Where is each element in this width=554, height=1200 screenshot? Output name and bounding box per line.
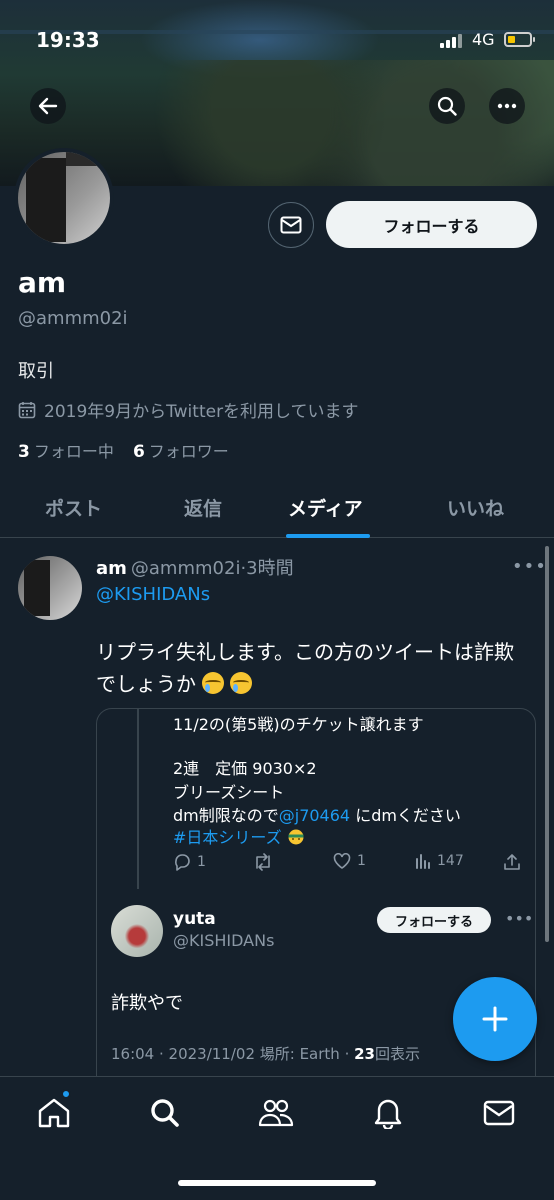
reply-view-label: 回表示 [374, 1045, 420, 1063]
reply-follow-button[interactable]: フォローする [377, 907, 491, 933]
tab-posts[interactable]: ポスト [45, 494, 102, 521]
profile-tabs: ポスト 返信 メディア いいね [0, 478, 554, 538]
quote-line2: 2連 定価 9030×2 [173, 759, 317, 778]
thread-line [137, 709, 139, 889]
profile-handle: @ammm02i [18, 308, 128, 329]
status-bar: 19:33 4G [0, 28, 554, 56]
reply-meta: 16:04 · 2023/11/02 場所: Earth · 23回表示 [111, 1043, 420, 1064]
followers-label: フォロワー [148, 442, 229, 461]
retweet-action[interactable] [253, 853, 273, 871]
quote-hashtag-line: #日本シリーズ [173, 824, 305, 848]
reply-icon [175, 854, 190, 871]
home-notification-dot [61, 1089, 71, 1099]
followers-count: 6 [132, 442, 145, 462]
network-label: 4G [472, 30, 495, 49]
plus-icon [482, 1006, 508, 1032]
home-indicator[interactable] [178, 1180, 376, 1186]
explore-icon [151, 1099, 179, 1127]
post-author-handle[interactable]: @ammm02i [131, 558, 241, 579]
post-text-line2: でしょうか [96, 672, 196, 696]
mail-icon [280, 216, 302, 234]
post-more-icon[interactable]: ••• [512, 556, 547, 577]
follow-button[interactable]: フォローする [326, 201, 537, 248]
following-label: フォロー中 [33, 442, 114, 461]
profile-name: am [18, 266, 67, 299]
more-button[interactable] [489, 88, 525, 124]
retweet-icon [256, 853, 270, 871]
quote-line1: 11/2の(第5戦)のチケット譲れます [173, 715, 424, 734]
quote-hashtag[interactable]: #日本シリーズ [173, 828, 282, 847]
reply-avatar[interactable] [111, 905, 163, 957]
search-button[interactable] [429, 88, 465, 124]
tab-likes[interactable]: いいね [447, 494, 504, 521]
post-avatar[interactable] [18, 556, 82, 620]
tab-active-indicator [286, 534, 370, 538]
quote-actions: 1 1 147 [173, 853, 523, 877]
reply-more-icon[interactable]: ••• [505, 909, 533, 928]
nav-explore[interactable] [145, 1093, 185, 1133]
battery-icon [504, 32, 535, 47]
messages-icon [483, 1100, 515, 1126]
following-count: 3 [18, 442, 30, 462]
views-icon [416, 854, 430, 869]
followers-link[interactable]: 6 フォロワー [132, 442, 229, 462]
compose-button[interactable] [453, 977, 537, 1061]
tab-replies[interactable]: 返信 [184, 494, 222, 521]
following-link[interactable]: 3 フォロー中 [18, 442, 114, 462]
like-count: 1 [357, 853, 366, 869]
post-header: am @ammm02i·3時間 [96, 554, 294, 580]
share-action[interactable] [503, 853, 521, 871]
like-action[interactable]: 1 [333, 853, 366, 869]
joined-date: 2019年9月からTwitterを利用しています [18, 397, 359, 422]
banner-foliage [150, 60, 554, 186]
views-count: 147 [437, 853, 464, 869]
post-time: ·3時間 [240, 558, 294, 579]
post-text: リプライ失礼します。この方のツイートは詐欺 でしょうか [96, 636, 536, 700]
profile-avatar[interactable] [14, 148, 114, 248]
like-icon [333, 853, 351, 869]
scrollbar[interactable] [545, 546, 549, 942]
nav-home[interactable] [34, 1093, 74, 1133]
baseball-emoji-icon [288, 829, 304, 845]
nav-messages[interactable] [479, 1093, 519, 1133]
crying-face-icon [202, 672, 224, 694]
reply-author-name[interactable]: yuta [173, 909, 216, 929]
quote-line4: dm制限なので@j70464 にdmください [173, 802, 461, 826]
reply-timestamp: 16:04 · 2023/11/02 場所: Earth · [111, 1045, 355, 1063]
follow-stats: 3 フォロー中 6 フォロワー [18, 438, 229, 462]
share-icon [504, 854, 520, 870]
quote-line3: ブリーズシート [173, 783, 285, 802]
post-author-name[interactable]: am [96, 558, 127, 579]
calendar-icon [18, 401, 36, 418]
reply-count: 1 [197, 854, 206, 870]
reply-text: 詐欺やで [111, 993, 183, 1014]
communities-icon [258, 1099, 294, 1127]
quote-mention-link[interactable]: @j70464 [279, 806, 350, 825]
nav-communities[interactable] [256, 1093, 296, 1133]
quote-line4-suffix: にdmください [355, 806, 461, 825]
status-time: 19:33 [36, 28, 100, 52]
joined-text: 2019年9月からTwitterを利用しています [44, 402, 359, 422]
back-arrow-icon [38, 97, 58, 115]
post-text-line1: リプライ失礼します。この方のツイートは詐欺 [96, 640, 514, 664]
search-icon [437, 96, 457, 116]
back-button[interactable] [30, 88, 66, 124]
home-icon [38, 1098, 70, 1128]
reply-author-handle[interactable]: @KISHIDANs [173, 931, 274, 950]
quote-line4-prefix: dm制限なので [173, 806, 279, 825]
post-mention[interactable]: @KISHIDANs [96, 584, 210, 605]
more-icon [497, 103, 517, 109]
views-action[interactable]: 147 [415, 853, 464, 869]
reply-view-count: 23 [354, 1045, 375, 1063]
message-button[interactable] [268, 202, 314, 248]
nav-notifications[interactable] [368, 1093, 408, 1133]
crying-face-icon [230, 672, 252, 694]
tab-media[interactable]: メディア [288, 494, 363, 521]
signal-icon [440, 34, 462, 48]
notifications-icon [374, 1099, 402, 1129]
reply-action[interactable]: 1 [173, 853, 206, 871]
profile-bio: 取引 [18, 361, 54, 382]
